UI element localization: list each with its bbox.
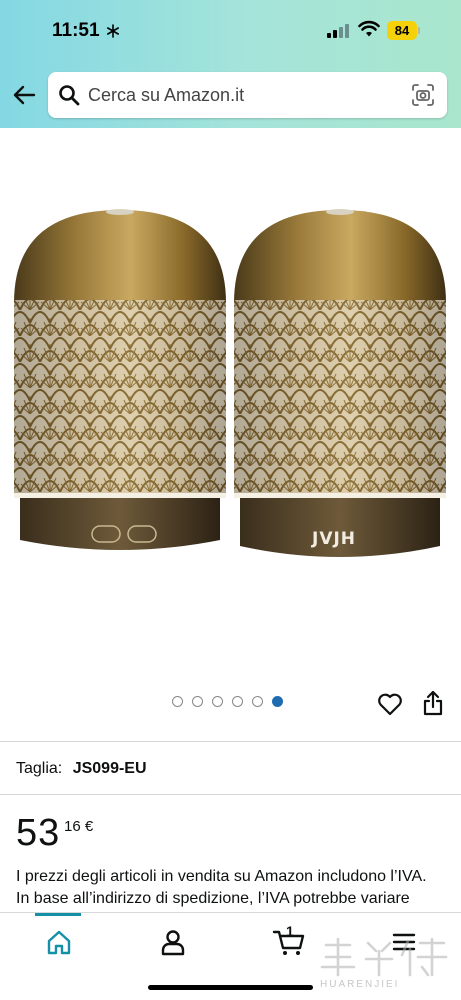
carousel-dot[interactable] [232, 696, 243, 707]
carousel-dot[interactable] [192, 696, 203, 707]
home-icon[interactable] [44, 927, 74, 957]
status-time: 11:51 [52, 20, 100, 41]
back-arrow-icon[interactable] [12, 84, 36, 106]
price: 53 16 € [16, 812, 93, 858]
divider [0, 794, 461, 795]
product-image[interactable]: JVJH [0, 128, 461, 680]
brand-label: JVJH [312, 529, 357, 549]
wifi-icon [358, 20, 380, 37]
vat-note: I prezzi degli articoli in vendita su Am… [16, 866, 446, 910]
vat-note-line: In base all’indirizzo di spedizione, l’I… [16, 890, 410, 907]
price-fraction: 16 € [64, 818, 94, 835]
battery-icon: 84 [387, 21, 420, 40]
search-icon [59, 85, 80, 106]
diffuser-right [234, 209, 446, 557]
snowflake-icon [106, 24, 119, 38]
size-selector[interactable]: Taglia: JS099-EU [16, 760, 147, 778]
cellular-signal-icon [327, 24, 349, 38]
carousel-dot[interactable] [212, 696, 223, 707]
size-label: Taglia: [16, 760, 63, 777]
battery-level: 84 [387, 21, 417, 40]
image-carousel-dots [172, 696, 283, 710]
watermark-text: HUARENJIEI [320, 979, 400, 990]
heart-icon[interactable] [377, 692, 403, 716]
price-whole: 53 [16, 812, 61, 854]
header-bar: 11:51 84 [0, 0, 461, 128]
divider [0, 741, 461, 742]
diffuser-left [14, 209, 226, 550]
active-tab-indicator [35, 913, 81, 916]
carousel-dot[interactable] [172, 696, 183, 707]
watermark-logo [320, 937, 448, 977]
carousel-dot-active[interactable] [272, 696, 283, 707]
size-value: JS099-EU [72, 760, 147, 777]
product-photo [14, 209, 446, 557]
share-icon[interactable] [422, 690, 444, 716]
vat-note-line: I prezzi degli articoli in vendita su Am… [16, 868, 427, 885]
cart-count: 1 [286, 923, 294, 939]
camera-scan-icon[interactable] [411, 83, 435, 107]
search-input[interactable] [88, 72, 408, 118]
home-indicator[interactable] [148, 985, 313, 990]
cart-button[interactable]: 1 [272, 923, 306, 957]
account-icon[interactable] [158, 927, 188, 957]
carousel-dot[interactable] [252, 696, 263, 707]
watermark: HUARENJIEI [318, 935, 453, 995]
search-bar[interactable] [48, 72, 447, 118]
